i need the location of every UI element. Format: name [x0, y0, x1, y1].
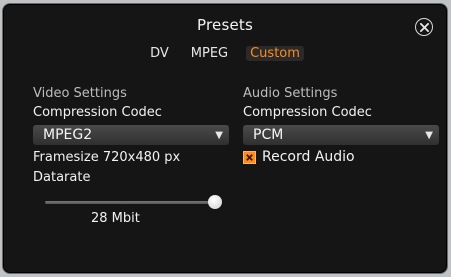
- chevron-down-icon: ▼: [425, 129, 433, 141]
- dialog-title: Presets: [197, 16, 253, 34]
- video-section-label: Video Settings: [33, 86, 127, 101]
- audio-codec-select[interactable]: PCM ▼: [243, 125, 439, 145]
- presets-dialog: Presets DV MPEG Custom Video Settings Co…: [2, 3, 448, 274]
- slider-thumb[interactable]: [208, 195, 222, 209]
- chevron-down-icon: ▼: [215, 129, 223, 141]
- tab-dv[interactable]: DV: [146, 46, 173, 61]
- audio-codec-label: Compression Codec: [243, 105, 372, 120]
- audio-section-label: Audio Settings: [243, 86, 338, 101]
- record-audio-checkbox[interactable]: [243, 150, 256, 164]
- x-mark-icon: [246, 153, 253, 161]
- video-codec-select[interactable]: MPEG2 ▼: [33, 125, 229, 145]
- video-codec-value: MPEG2: [43, 127, 93, 143]
- audio-codec-value: PCM: [253, 127, 284, 143]
- datarate-label: Datarate: [33, 170, 91, 185]
- datarate-value: 28 Mbit: [91, 211, 140, 226]
- video-settings: Video Settings Compression Codec MPEG2 ▼…: [33, 86, 233, 226]
- record-audio-label: Record Audio: [262, 149, 355, 165]
- tab-custom[interactable]: Custom: [246, 46, 304, 61]
- preset-tabs: DV MPEG Custom: [3, 46, 447, 61]
- framesize-text: Framesize 720x480 px: [33, 150, 181, 165]
- close-icon: [419, 22, 429, 32]
- close-button[interactable]: [415, 18, 433, 36]
- video-codec-label: Compression Codec: [33, 105, 162, 120]
- record-audio-row[interactable]: Record Audio: [243, 149, 443, 165]
- audio-settings: Audio Settings Compression Codec PCM ▼ R…: [243, 86, 443, 165]
- datarate-slider[interactable]: [45, 195, 222, 209]
- tab-mpeg[interactable]: MPEG: [187, 46, 232, 61]
- slider-track: [45, 201, 215, 204]
